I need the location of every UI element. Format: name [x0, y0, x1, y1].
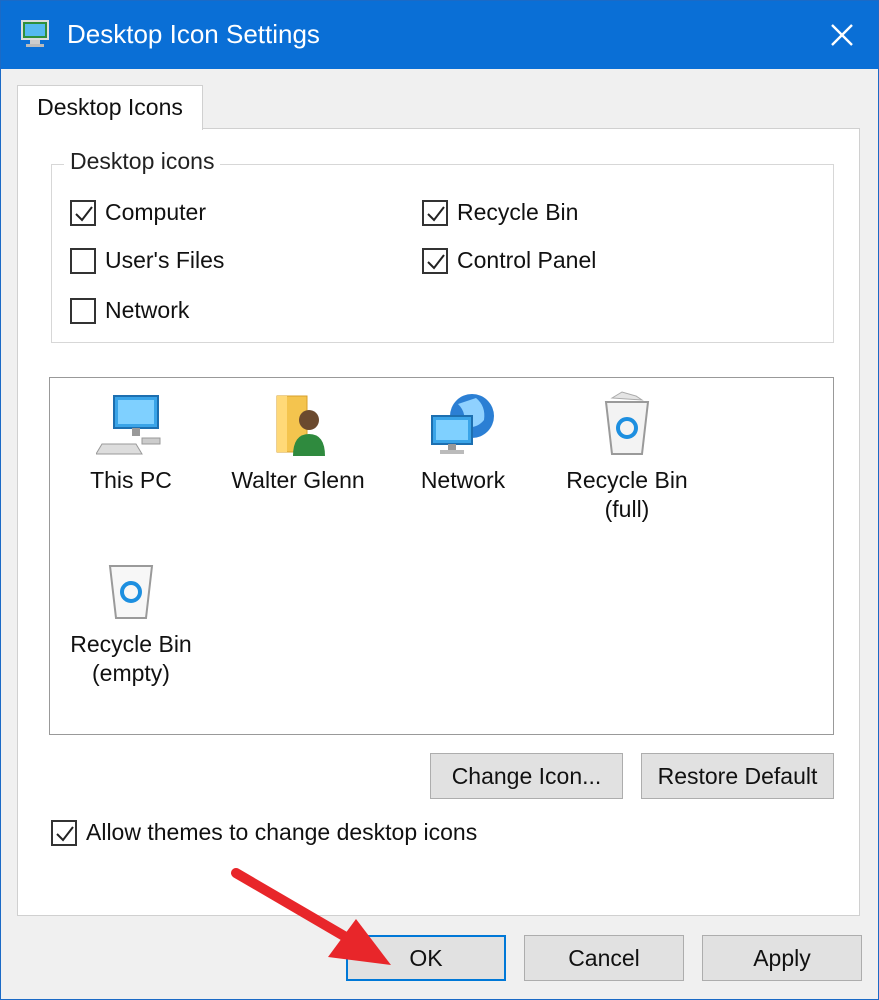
network-icon [431, 394, 494, 454]
list-item-recycle-bin-full[interactable]: Recycle Bin (full) [552, 390, 702, 524]
item-label: Walter Glenn [231, 467, 365, 493]
checkbox-box[interactable] [422, 247, 448, 274]
checkbox-control-panel[interactable]: Control Panel [422, 247, 596, 274]
list-item-this-pc[interactable]: This PC [56, 390, 206, 495]
icon-list-view[interactable]: This PC Walter Glenn Network Recycle Bin… [49, 377, 834, 735]
groupbox-label: Desktop icons [64, 148, 221, 175]
tab-strip: Desktop Icons [17, 85, 860, 130]
desktop-settings-icon [21, 20, 49, 47]
list-item-network[interactable]: Network [388, 390, 538, 495]
checkmark-icon [56, 825, 74, 842]
window-title: Desktop Icon Settings [67, 19, 320, 49]
tab-desktop-icons[interactable]: Desktop Icons [17, 85, 203, 130]
item-label-line-1: Recycle Bin [566, 467, 688, 493]
tab-panel: Desktop icons Computer Recycle Bin User'… [17, 128, 860, 916]
checkbox-network[interactable]: Network [70, 297, 189, 324]
item-label: This PC [90, 467, 172, 493]
user-folder-icon [276, 395, 325, 456]
checkbox-users-files[interactable]: User's Files [70, 247, 224, 274]
checkbox-box[interactable] [70, 199, 96, 226]
list-item-recycle-bin-empty[interactable]: Recycle Bin (empty) [56, 554, 206, 688]
checkbox-label: Allow themes to change desktop icons [86, 819, 478, 845]
restore-default-button[interactable]: Restore Default [641, 753, 834, 799]
checkbox-label: Control Panel [457, 247, 597, 273]
item-label-line-1: Recycle Bin [70, 631, 192, 657]
checkbox-box[interactable] [51, 819, 77, 846]
checkbox-recycle-bin[interactable]: Recycle Bin [422, 199, 578, 226]
recycle-bin-full-icon [604, 391, 650, 455]
checkbox-label: User's Files [105, 247, 225, 273]
checkbox-box[interactable] [422, 199, 448, 226]
cancel-button[interactable]: Cancel [524, 935, 684, 981]
checkbox-allow-themes[interactable]: Allow themes to change desktop icons [51, 819, 477, 846]
checkbox-label: Computer [105, 199, 206, 225]
checkmark-icon [427, 253, 445, 270]
computer-icon [96, 395, 161, 455]
checkbox-label: Network [105, 297, 190, 323]
item-label-line-2: (full) [604, 496, 650, 522]
checkbox-computer[interactable]: Computer [70, 199, 206, 226]
checkmark-icon [427, 205, 445, 222]
recycle-bin-empty-icon [108, 565, 154, 619]
desktop-icons-groupbox: Desktop icons Computer Recycle Bin User'… [51, 148, 834, 343]
item-label: Network [420, 467, 506, 493]
dialog-window: Desktop Icon Settings Desktop Icons Desk… [0, 0, 879, 1000]
checkbox-box[interactable] [70, 297, 96, 324]
checkbox-box[interactable] [70, 247, 96, 274]
checkmark-icon [75, 205, 93, 222]
checkbox-label: Recycle Bin [457, 199, 579, 225]
close-icon[interactable] [820, 13, 864, 57]
apply-button[interactable]: Apply [702, 935, 862, 981]
red-arrow-annotation-icon [231, 868, 391, 965]
title-bar[interactable]: Desktop Icon Settings [1, 1, 878, 69]
list-item-walter-glenn[interactable]: Walter Glenn [223, 390, 373, 495]
item-label-line-2: (empty) [92, 660, 170, 686]
change-icon-button[interactable]: Change Icon... [430, 753, 623, 799]
